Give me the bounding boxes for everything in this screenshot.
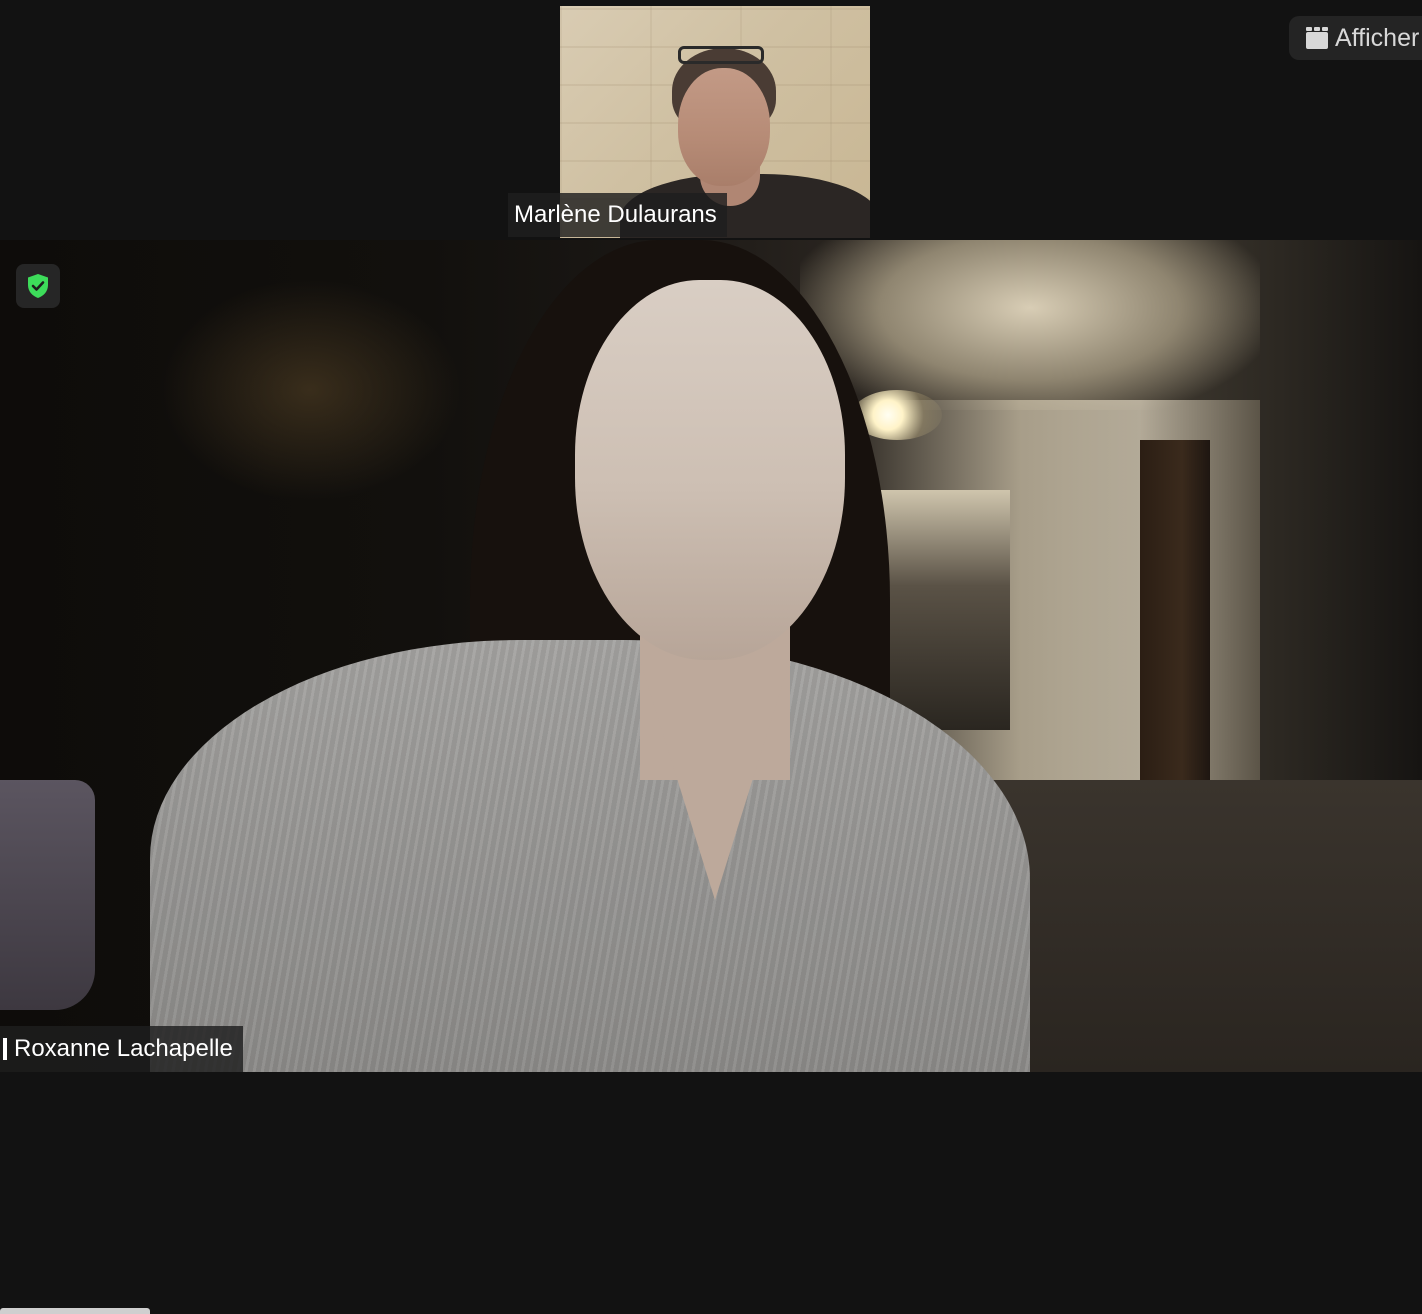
grid-view-icon: [1306, 27, 1328, 49]
main-participant-name: Roxanne Lachapelle: [14, 1035, 233, 1062]
thumbnail-person-face: [678, 68, 770, 186]
view-mode-button[interactable]: Afficher: [1289, 16, 1422, 60]
active-speaker-indicator: [3, 1038, 7, 1060]
speaker-face: [575, 280, 845, 660]
main-speaker-video[interactable]: [0, 240, 1422, 1072]
view-mode-button-label: Afficher: [1335, 24, 1420, 52]
thumbnail-participant-name: Marlène Dulaurans: [508, 193, 727, 237]
bottom-edge-indicator: [0, 1308, 150, 1314]
encryption-badge[interactable]: [16, 264, 60, 308]
background-ceiling: [800, 240, 1260, 410]
background-sink: [0, 780, 95, 1010]
thumbnail-glasses: [678, 46, 764, 64]
shield-check-icon: [28, 274, 48, 298]
video-call-window: Marlène Dulaurans Afficher Roxanne Lacha…: [0, 0, 1422, 1314]
speaker-sweater: [150, 640, 1030, 1072]
bottom-empty-area: [0, 1072, 1422, 1314]
main-participant-name-tag: Roxanne Lachapelle: [0, 1026, 243, 1072]
